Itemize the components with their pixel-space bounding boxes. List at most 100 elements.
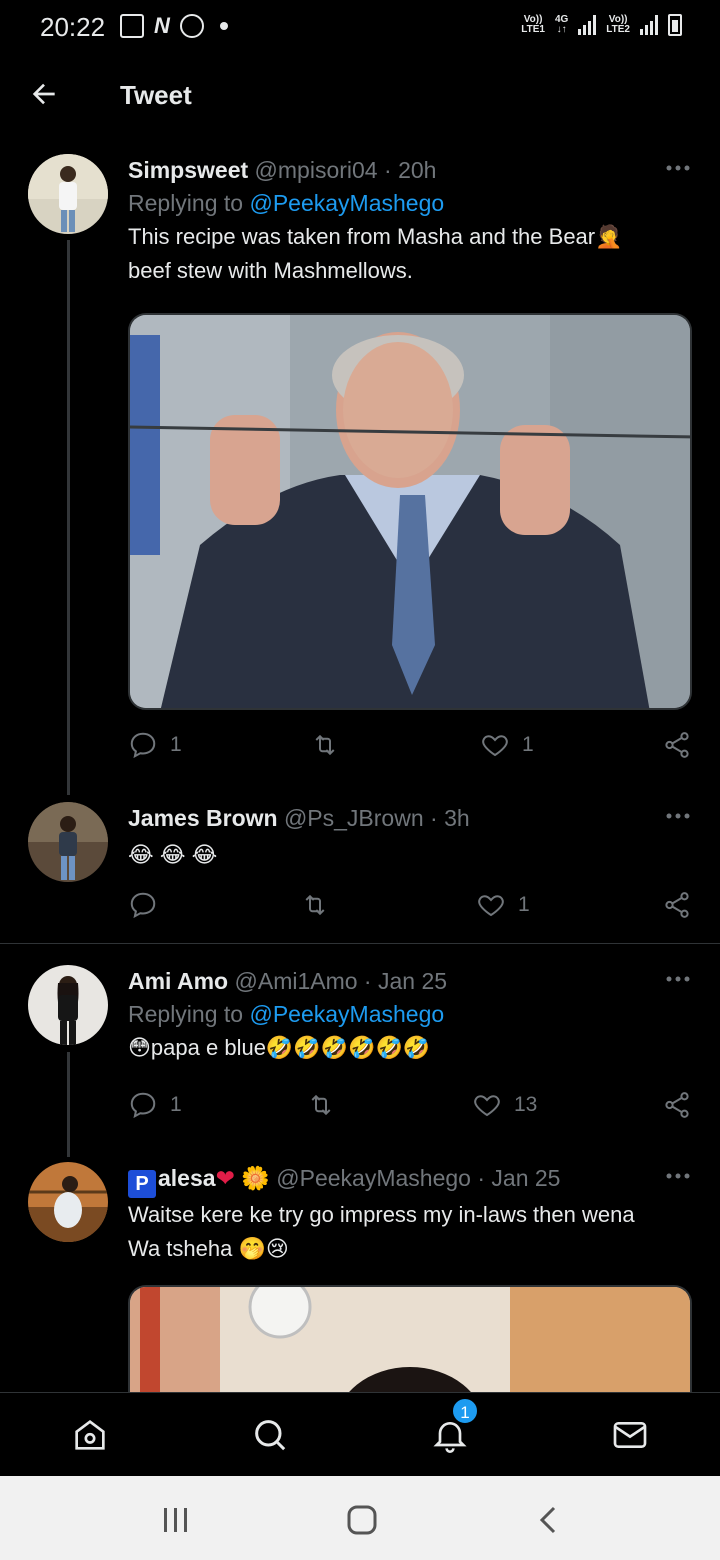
mail-icon[interactable]	[610, 1415, 650, 1455]
status-notifications: N	[120, 14, 228, 38]
tweet-content: James Brown @Ps_JBrown · 3h 😂 😂 😂	[128, 802, 692, 872]
page-title: Tweet	[120, 80, 192, 110]
photo-kitchen	[130, 1287, 690, 1392]
battery-icon	[668, 14, 682, 36]
tweet-text: This recipe was taken from Masha and the…	[128, 224, 623, 283]
reply-icon	[130, 892, 156, 919]
tweet-item[interactable]: Palesa❤ 🌼 @PeekayMashego · Jan 25 Waitse…	[0, 1160, 720, 1392]
replying-to: Replying to @PeekayMashego	[128, 190, 445, 216]
share-button[interactable]	[662, 1090, 692, 1120]
volte-sim1: Vo)) LTE1	[521, 14, 545, 35]
gallery-icon	[120, 14, 144, 38]
more-options-icon[interactable]	[664, 806, 692, 826]
home-button-icon[interactable]	[344, 1504, 380, 1536]
recent-apps-icon[interactable]	[158, 1504, 194, 1536]
thread-line	[67, 1052, 70, 1157]
heart-icon	[482, 735, 508, 757]
tweet-time: Jan 25	[378, 968, 448, 994]
signal-bars-2-icon	[640, 15, 658, 35]
share-button[interactable]	[662, 890, 692, 920]
home-icon[interactable]	[70, 1415, 110, 1455]
mention-link[interactable]: @PeekayMashego	[249, 190, 444, 216]
name-p-logo: P	[128, 1170, 156, 1198]
avatar[interactable]	[28, 154, 108, 234]
tweet-header: James Brown @Ps_JBrown · 3h	[128, 805, 470, 831]
like-count: 1	[522, 733, 534, 756]
tweet-actions: 1 1	[128, 730, 692, 766]
mention-link[interactable]: @PeekayMashego	[249, 1001, 444, 1027]
tweet-text: 😳papa e blue🤣🤣🤣🤣🤣🤣	[128, 1035, 431, 1060]
reply-button[interactable]: 1	[128, 1090, 182, 1120]
bottom-nav: 1	[0, 1392, 720, 1476]
display-name[interactable]: Ami Amo	[128, 968, 228, 994]
display-name[interactable]: Simpsweet	[128, 157, 248, 183]
avatar[interactable]	[28, 1162, 108, 1242]
retweet-icon	[311, 1094, 331, 1116]
share-button[interactable]	[662, 730, 692, 760]
status-bar: 20:22 N Vo)) LTE1 4G ↓↑ Vo)) LTE2	[0, 0, 720, 56]
photo-man-behind-glass	[130, 315, 690, 708]
system-nav-bar	[0, 1476, 720, 1560]
reply-button[interactable]	[128, 890, 158, 920]
tweet-item[interactable]: James Brown @Ps_JBrown · 3h 😂 😂 😂 1	[0, 800, 720, 940]
user-handle[interactable]: @Ami1Amo	[235, 968, 358, 994]
tweet-item[interactable]: Simpsweet @mpisori04 · 20h Replying to @…	[0, 150, 720, 795]
back-button-icon[interactable]	[532, 1504, 568, 1536]
tweet-image[interactable]	[128, 1285, 692, 1392]
tweet-item[interactable]: Ami Amo @Ami1Amo · Jan 25 Replying to @P…	[0, 962, 720, 1162]
retweet-icon	[305, 894, 325, 916]
heart-icon	[478, 895, 504, 917]
divider	[0, 943, 720, 944]
like-count: 13	[514, 1093, 538, 1116]
app-notification-icon	[179, 14, 204, 38]
thread-line	[67, 240, 70, 795]
like-count: 1	[518, 893, 530, 916]
like-button[interactable]: 1	[476, 890, 530, 920]
more-options-icon[interactable]	[664, 1166, 692, 1186]
tweet-actions: 1	[128, 890, 692, 926]
volte-sim2: Vo)) LTE2	[606, 14, 630, 35]
back-arrow-icon[interactable]	[28, 78, 60, 110]
more-notifications-icon	[219, 22, 228, 30]
like-button[interactable]: 1	[480, 730, 534, 760]
more-options-icon[interactable]	[664, 969, 692, 989]
user-handle[interactable]: @mpisori04	[255, 157, 378, 183]
tweet-content: Simpsweet @mpisori04 · 20h Replying to @…	[128, 154, 692, 288]
reply-icon	[130, 732, 156, 759]
red-heart-emoji: ❤	[215, 1165, 235, 1191]
tweet-header: Palesa❤ 🌼 @PeekayMashego · Jan 25	[128, 1162, 692, 1198]
avatar[interactable]	[28, 965, 108, 1045]
like-button[interactable]: 13	[472, 1090, 537, 1120]
tweet-actions: 1 13	[128, 1090, 692, 1126]
share-icon	[665, 892, 689, 918]
search-icon[interactable]	[250, 1415, 290, 1455]
avatar[interactable]	[28, 802, 108, 882]
status-indicators: Vo)) LTE1 4G ↓↑ Vo)) LTE2	[521, 14, 682, 36]
more-options-icon[interactable]	[664, 158, 692, 178]
notification-badge: 1	[451, 1397, 479, 1425]
signal-bars-icon	[578, 15, 597, 35]
retweet-button[interactable]	[306, 1090, 336, 1120]
display-name[interactable]: James Brown	[128, 805, 278, 831]
reply-count: 1	[170, 1093, 182, 1116]
netflix-icon: N	[154, 13, 170, 38]
user-handle[interactable]: @Ps_JBrown	[284, 805, 424, 831]
status-time: 20:22	[40, 12, 106, 42]
tweet-image[interactable]	[128, 313, 692, 710]
user-handle[interactable]: @PeekayMashego	[276, 1165, 471, 1191]
network-4g: 4G ↓↑	[554, 14, 569, 35]
reply-count: 1	[170, 733, 182, 756]
tweet-content: Ami Amo @Ami1Amo · Jan 25 Replying to @P…	[128, 965, 692, 1065]
share-icon	[665, 1092, 689, 1118]
tweet-text: 😂 😂 😂	[128, 842, 218, 867]
retweet-button[interactable]	[300, 890, 330, 920]
heart-icon	[474, 1095, 500, 1117]
retweet-button[interactable]	[310, 730, 340, 760]
reply-button[interactable]: 1	[128, 730, 182, 760]
tweet-header: Simpsweet @mpisori04 · 20h	[128, 157, 437, 183]
share-icon	[665, 732, 689, 758]
display-name[interactable]: alesa	[158, 1165, 216, 1191]
tweet-text: Waitse kere ke try go impress my in-laws…	[128, 1202, 635, 1261]
tweet-time: 3h	[444, 805, 470, 831]
tweet-header: Ami Amo @Ami1Amo · Jan 25	[128, 968, 448, 994]
